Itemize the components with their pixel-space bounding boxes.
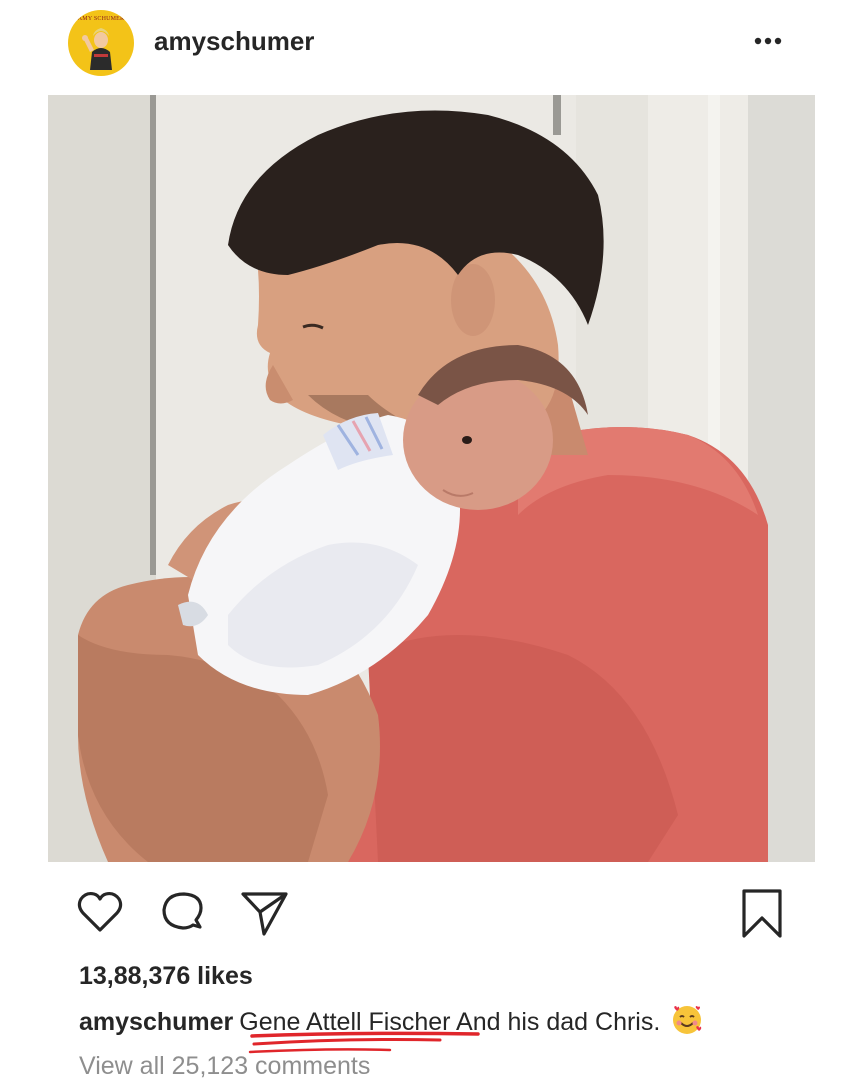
comment-icon[interactable]: [156, 886, 208, 938]
view-all-comments-link[interactable]: View all 25,123 comments: [79, 1052, 370, 1081]
post-actions: [0, 880, 863, 940]
caption-text: Gene Attell Fischer And his dad Chris.: [239, 1008, 661, 1036]
likes-count[interactable]: 13,88,376 likes: [79, 962, 253, 991]
post-username[interactable]: amyschumer: [154, 26, 314, 57]
avatar-label: AMY SCHUMER: [77, 16, 125, 22]
bookmark-icon[interactable]: [736, 886, 788, 938]
heart-icon[interactable]: [74, 886, 126, 938]
caption-username[interactable]: amyschumer: [79, 1008, 233, 1036]
photo-illustration: [48, 95, 815, 862]
more-horizontal-icon[interactable]: [748, 28, 788, 54]
smiling-face-with-hearts-icon: [670, 1003, 704, 1037]
avatar[interactable]: AMY SCHUMER: [68, 10, 134, 76]
post-caption: amyschumer Gene Attell Fischer And his da…: [79, 1006, 704, 1037]
paper-plane-icon[interactable]: [238, 886, 290, 938]
post-photo[interactable]: [48, 95, 815, 862]
post-header: AMY SCHUMER amyschumer: [0, 0, 863, 90]
